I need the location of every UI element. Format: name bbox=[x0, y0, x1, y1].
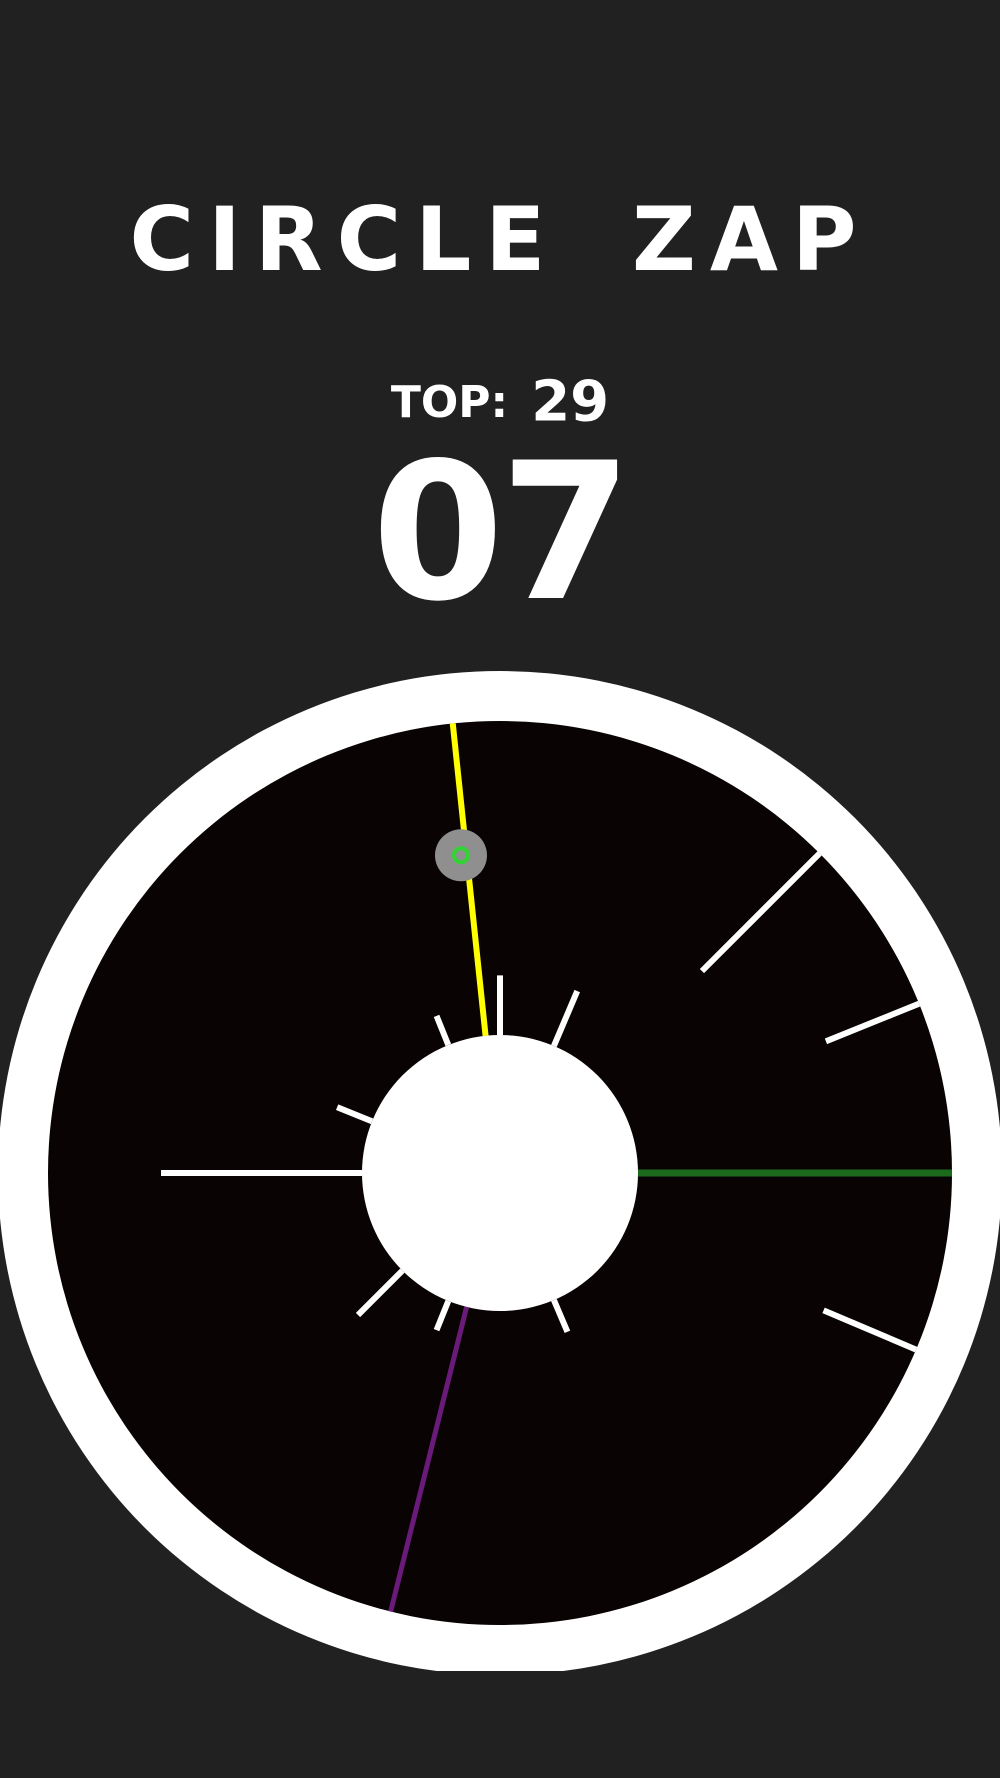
top-score-label: TOP: bbox=[390, 376, 509, 428]
player-ball bbox=[434, 829, 487, 882]
game-title: CIRCLE ZAP bbox=[129, 188, 871, 291]
game-board[interactable] bbox=[0, 671, 1000, 1671]
current-score: 07 bbox=[371, 422, 632, 643]
game-screen[interactable]: CIRCLE ZAP TOP: 29 07 bbox=[0, 0, 1000, 1778]
player bbox=[434, 829, 487, 882]
center-hub[interactable] bbox=[362, 1035, 638, 1311]
